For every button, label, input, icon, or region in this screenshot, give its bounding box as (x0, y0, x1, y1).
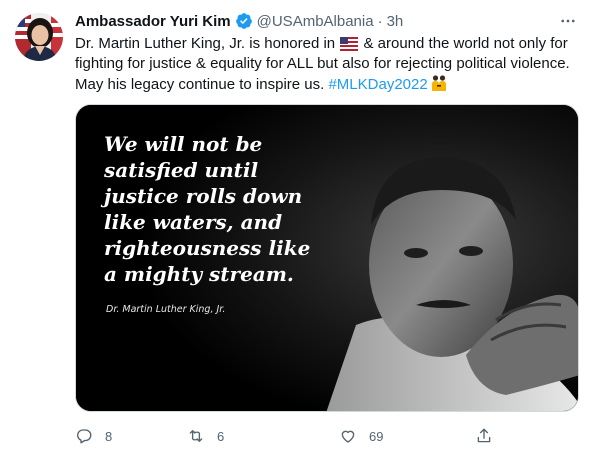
retweet-icon (189, 430, 203, 442)
more-options-button[interactable] (556, 11, 580, 31)
quote-line: like waters, and (104, 210, 283, 234)
like-button[interactable]: 69 (339, 425, 383, 447)
avatar[interactable] (15, 13, 63, 61)
retweet-button[interactable]: 6 (187, 425, 224, 447)
quote-attribution: Dr. Martin Luther King, Jr. (106, 304, 226, 315)
like-count: 69 (369, 428, 384, 444)
quote-line: justice rolls down (104, 184, 303, 208)
tweet-timestamp[interactable]: 3h (387, 13, 404, 30)
tweet[interactable]: Ambassador Yuri Kim @USAmbAlbania · 3h D… (0, 0, 592, 458)
reply-button[interactable]: 8 (75, 425, 112, 447)
quote-text: We will not be satisfied until justice r… (104, 131, 344, 287)
author-handle[interactable]: @USAmbAlbania (257, 13, 374, 30)
tweet-action-bar: 8 6 69 (75, 425, 505, 447)
hashtag-link[interactable]: #MLKDay2022 (328, 76, 427, 93)
header-separator: · (377, 12, 383, 30)
quote-line: a mighty stream. (104, 262, 294, 286)
reply-count: 8 (105, 428, 113, 444)
tweet-text: Dr. Martin Luther King, Jr. is honored i… (75, 34, 580, 95)
retweet-count: 6 (217, 428, 225, 444)
author-display-name[interactable]: Ambassador Yuri Kim (75, 13, 231, 30)
verified-badge-icon (235, 13, 252, 29)
us-flag-icon (340, 37, 359, 51)
tweet-header: Ambassador Yuri Kim @USAmbAlbania · 3h (75, 11, 580, 31)
heart-icon (341, 430, 355, 443)
reply-icon (77, 429, 92, 444)
tweet-media-image[interactable]: We will not be satisfied until justice r… (75, 104, 579, 412)
avatar-photo (15, 13, 63, 61)
quote-line: satisfied until (104, 158, 259, 182)
tweet-text-part1: Dr. Martin Luther King, Jr. is honored i… (75, 35, 336, 52)
share-button[interactable] (475, 425, 505, 447)
more-options-icon (561, 19, 575, 23)
quote-line: We will not be (104, 132, 263, 156)
share-icon (477, 428, 491, 443)
quote-line: righteousness like (104, 236, 311, 260)
people-holding-hands-icon (431, 75, 446, 91)
